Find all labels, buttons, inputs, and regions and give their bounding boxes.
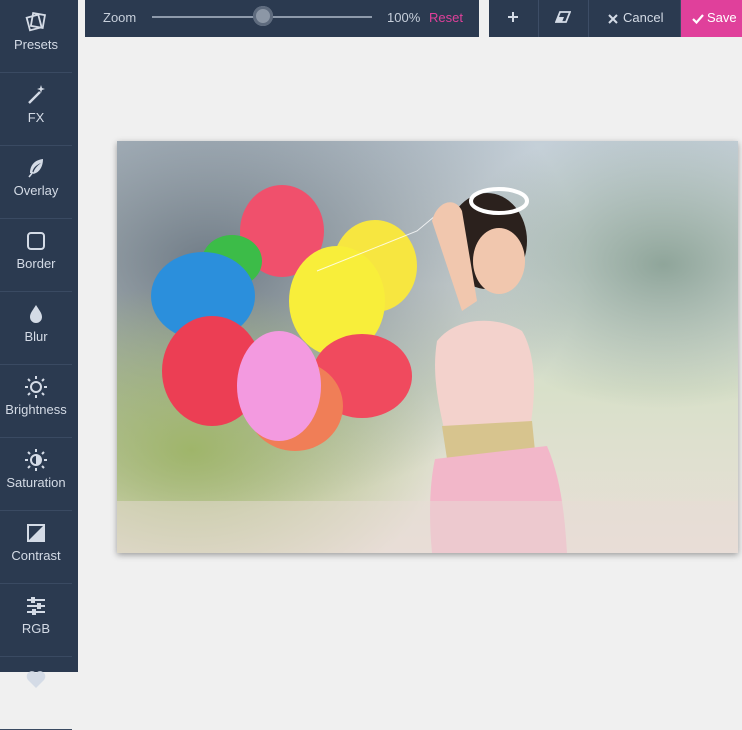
zoom-slider-handle[interactable] xyxy=(253,6,273,26)
droplet-icon xyxy=(24,302,48,326)
sidebar-item-fx[interactable]: FX xyxy=(0,73,72,146)
sidebar-item-border[interactable]: Border xyxy=(0,219,72,292)
plus-icon xyxy=(507,11,519,26)
heart-icon xyxy=(24,667,48,691)
sliders-icon xyxy=(24,594,48,618)
cancel-label: Cancel xyxy=(623,10,664,25)
contrast-icon xyxy=(24,521,48,545)
sidebar-item-label: Brightness xyxy=(5,402,67,417)
eraser-button[interactable] xyxy=(538,0,589,37)
sidebar-item-presets[interactable]: Presets xyxy=(0,0,72,73)
zoom-toolbar: Zoom 100% Reset xyxy=(85,0,479,37)
sidebar-item-contrast[interactable]: Contrast xyxy=(0,511,72,584)
sidebar-item-brightness[interactable]: Brightness xyxy=(0,365,72,438)
zoom-reset-link[interactable]: Reset xyxy=(429,10,463,25)
sidebar-item-label: RGB xyxy=(21,621,51,636)
sidebar-item-label: Overlay xyxy=(13,183,59,198)
close-icon xyxy=(608,12,618,27)
sidebar-item-label: Border xyxy=(16,256,56,271)
sidebar-item-label: Saturation xyxy=(6,475,66,490)
add-button[interactable] xyxy=(489,0,539,37)
sun-icon xyxy=(24,375,48,399)
sidebar-item-rgb[interactable]: RGB xyxy=(0,584,72,657)
sidebar-item-saturation[interactable]: Saturation xyxy=(0,438,72,511)
cancel-button[interactable]: Cancel xyxy=(588,0,681,37)
sidebar-item-label: Contrast xyxy=(11,548,61,563)
half-sun-icon xyxy=(24,448,48,472)
sidebar-item-blur[interactable]: Blur xyxy=(0,292,72,365)
save-button[interactable]: Save xyxy=(681,0,742,37)
check-icon xyxy=(692,12,704,27)
sidebar-item-label: Blur xyxy=(24,329,48,344)
save-label: Save xyxy=(707,10,737,25)
magic-wand-icon xyxy=(24,83,48,107)
sidebar-item-more[interactable] xyxy=(0,657,72,730)
feather-icon xyxy=(24,156,48,180)
editing-canvas-photo[interactable] xyxy=(117,141,738,553)
action-toolbar: Cancel Save xyxy=(489,0,742,37)
eraser-icon xyxy=(554,11,572,26)
presets-icon xyxy=(24,10,48,34)
sidebar-item-label: FX xyxy=(27,110,45,125)
sidebar-item-overlay[interactable]: Overlay xyxy=(0,146,72,219)
tools-sidebar: Presets FX Overlay Border Blur Brightnes… xyxy=(0,0,78,730)
photo-image xyxy=(117,141,738,553)
zoom-label: Zoom xyxy=(103,10,137,25)
square-border-icon xyxy=(24,229,48,253)
sidebar-item-label: Presets xyxy=(13,37,59,52)
zoom-value: 100% xyxy=(387,10,421,25)
